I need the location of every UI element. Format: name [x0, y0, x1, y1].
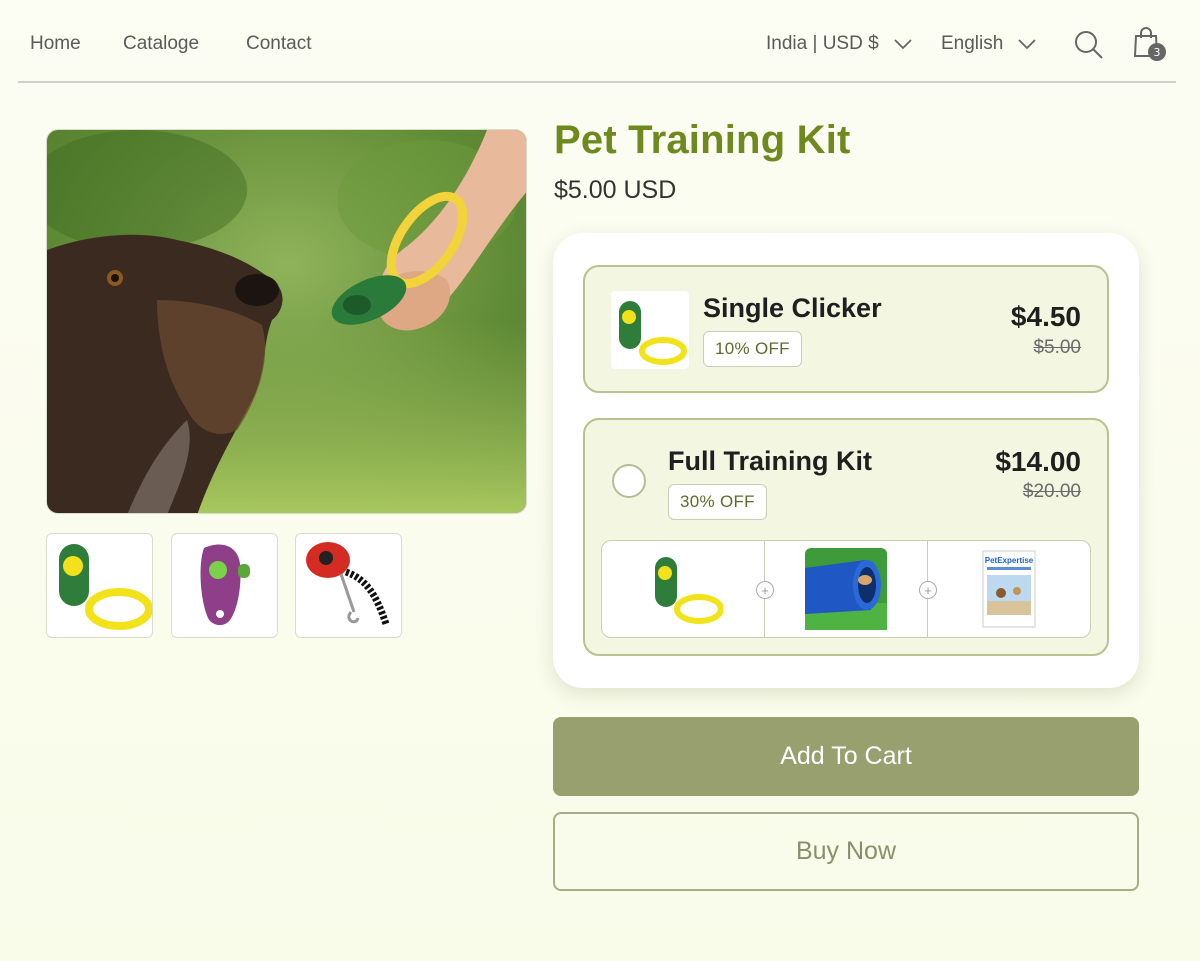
cart-button[interactable]: 3: [1132, 26, 1166, 61]
kit-item-agility-tunnel: +: [756, 541, 927, 637]
nav-contact-link[interactable]: Contact: [246, 33, 311, 55]
option-full-training-kit[interactable]: Full Training Kit 30% OFF $14.00 $20.00 …: [583, 418, 1109, 656]
product-main-image[interactable]: [46, 129, 527, 514]
plus-icon: +: [919, 581, 937, 599]
kit-item-clicker: [602, 541, 764, 637]
nav-home-link[interactable]: Home: [30, 33, 81, 55]
option-radio-button[interactable]: [612, 464, 646, 498]
cart-count-badge: 3: [1148, 43, 1166, 61]
red-clicker-image: [306, 542, 390, 626]
buy-now-button[interactable]: Buy Now: [553, 812, 1139, 891]
dog-with-clicker-photo: [47, 130, 526, 513]
green-clicker-image: [655, 557, 723, 624]
option-price: $4.50: [1010, 301, 1081, 332]
chevron-down-icon: [894, 39, 912, 50]
purple-clicker-image: [200, 544, 250, 626]
option-price: $14.00: [995, 446, 1081, 477]
green-clicker-image: [59, 544, 152, 630]
discount-badge: 10% OFF: [703, 331, 802, 367]
option-single-clicker[interactable]: Single Clicker 10% OFF $4.50 $5.00: [583, 265, 1109, 393]
product-thumbnail-green-clicker[interactable]: [46, 533, 153, 638]
option-original-price: $5.00: [1033, 337, 1081, 358]
option-name: Full Training Kit: [668, 446, 872, 476]
product-price: $5.00 USD: [554, 176, 677, 204]
region-currency-dropdown[interactable]: India | USD $: [766, 33, 913, 55]
product-title: Pet Training Kit: [554, 118, 851, 162]
product-thumbnail-purple-clicker[interactable]: [171, 533, 278, 638]
add-to-cart-button[interactable]: Add To Cart: [553, 717, 1139, 796]
bundle-options-card: Single Clicker 10% OFF $4.50 $5.00 Full …: [553, 233, 1139, 688]
green-clicker-image: [619, 301, 687, 365]
plus-icon: +: [756, 581, 774, 599]
book-cover-title: PetExpertise: [985, 556, 1034, 565]
region-currency-label: India | USD $: [766, 33, 879, 54]
discount-badge: 30% OFF: [668, 484, 767, 520]
kit-contents-row: + + PetExpertise: [601, 540, 1091, 638]
agility-tunnel-image: [805, 548, 887, 630]
language-label: English: [941, 33, 1004, 54]
search-icon: [1075, 31, 1103, 59]
kit-item-training-guide-book: + PetExpertise: [919, 541, 1090, 637]
nav-cataloge-link[interactable]: Cataloge: [123, 33, 199, 55]
training-guide-book-image: PetExpertise: [982, 550, 1036, 628]
language-dropdown[interactable]: English: [941, 33, 1037, 55]
option-original-price: $20.00: [1022, 481, 1081, 502]
option-name: Single Clicker: [703, 293, 882, 323]
site-header: Home Cataloge Contact India | USD $ Engl…: [18, 0, 1176, 83]
single-clicker-thumbnail: [611, 291, 689, 369]
search-button[interactable]: [1074, 30, 1104, 60]
chevron-down-icon: [1018, 39, 1036, 50]
product-thumbnail-red-clicker[interactable]: [295, 533, 402, 638]
